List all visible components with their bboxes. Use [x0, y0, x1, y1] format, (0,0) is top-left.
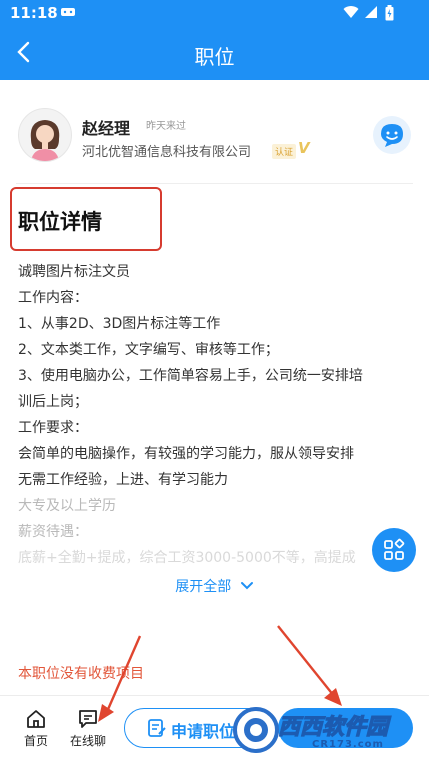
smile-chat-icon — [381, 124, 403, 147]
site-watermark: 西西软件园 CR173.com — [232, 705, 410, 755]
watermark-logo-icon — [233, 707, 279, 753]
apply-job-label: 申请职位 — [171, 722, 236, 741]
description-line: 底薪+全勤+提成，综合工资3000-5000不等，高提成 — [18, 550, 356, 566]
home-icon — [27, 710, 45, 728]
wifi-icon — [343, 5, 359, 23]
description-line: 无需工作经验，上进、有学习能力 — [18, 472, 228, 488]
page-title: 职位 — [194, 45, 235, 69]
chat-bubble-icon — [79, 710, 97, 728]
verified-badge: 认证 — [272, 144, 297, 159]
recruiter-name: 赵经理 — [82, 119, 131, 138]
recruiter-company[interactable]: 河北优智通信息科技有限公司 — [82, 141, 251, 160]
tab-home[interactable]: 首页 — [10, 708, 62, 749]
watermark-url: CR173.com — [312, 739, 384, 750]
no-fee-notice: 本职位没有收费项目 — [18, 666, 144, 682]
recruiter-last-seen: 昨天来过 — [146, 121, 186, 132]
recruiter-avatar[interactable] — [18, 108, 72, 162]
status-bar: 11:18 — [0, 0, 429, 28]
divider — [16, 183, 413, 184]
description-line: 诚聘图片标注文员 — [18, 264, 130, 280]
nav-bar: 职位 — [0, 28, 429, 80]
watermark-text: 西西软件园 — [277, 714, 389, 740]
description-line: 2、文本类工作，文字编写、审核等工作； — [18, 342, 279, 358]
chevron-down-icon — [240, 582, 253, 590]
tab-online-chat-label: 在线聊 — [69, 734, 106, 748]
verified-v-icon: V — [298, 139, 310, 157]
expand-all-label: 展开全部 — [175, 579, 232, 595]
description-line: 会简单的电脑操作，有较强的学习能力，服从领导安排 — [18, 446, 354, 462]
floating-grid-button[interactable] — [372, 528, 416, 572]
description-line: 3、使用电脑办公，工作简单容易上手，公司统一安排培 — [18, 368, 363, 384]
description-line: 工作要求： — [18, 420, 88, 436]
android-notification-icon — [60, 5, 76, 21]
battery-icon — [385, 5, 394, 25]
description-line: 训后上岗； — [18, 394, 88, 410]
grid-icon — [384, 538, 405, 560]
expand-all-link[interactable]: 展开全部 — [0, 576, 429, 596]
tab-home-label: 首页 — [23, 734, 48, 748]
section-title: 职位详情 — [18, 210, 102, 234]
status-time: 11:18 — [10, 4, 58, 22]
description-line: 工作内容： — [18, 290, 88, 306]
description-line: 1、从事2D、3D图片标注等工作 — [18, 316, 221, 332]
description-line: 大专及以上学历 — [18, 498, 116, 514]
signal-icon — [364, 5, 378, 23]
resume-edit-icon — [148, 719, 166, 737]
tab-online-chat[interactable]: 在线聊 — [62, 708, 114, 749]
chat-recruiter-button[interactable] — [373, 116, 411, 154]
description-line: 薪资待遇： — [18, 524, 88, 540]
job-detail-content[interactable]: 赵经理 昨天来过 河北优智通信息科技有限公司 认证 V 职位详情 诚聘图片标注文… — [0, 80, 429, 695]
